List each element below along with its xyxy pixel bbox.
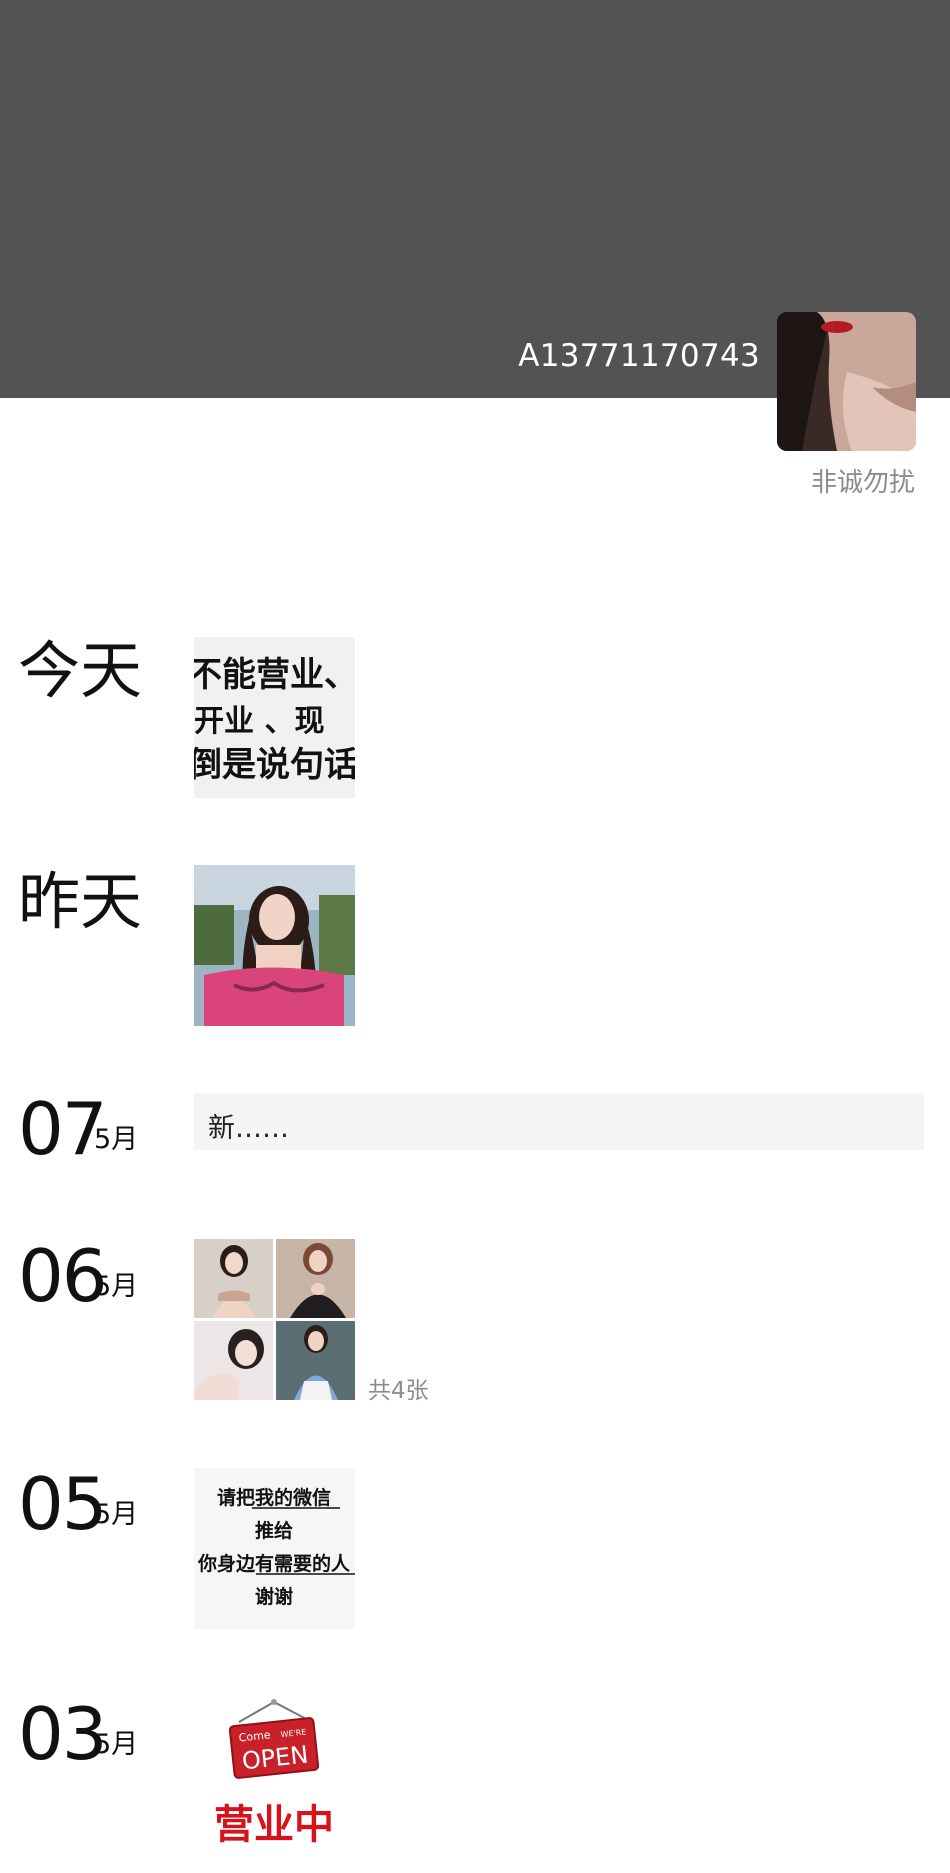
post-day-03: 03 bbox=[18, 1692, 108, 1776]
avatar-photo bbox=[777, 312, 916, 451]
post-image-wechat-notice[interactable]: 请把我的微信 推给 你身边有需要的人 谢谢 bbox=[194, 1468, 355, 1629]
avatar[interactable] bbox=[777, 312, 916, 451]
gallery-count: 共4张 bbox=[368, 1378, 429, 1404]
notice-line-1: 不能营业、 bbox=[194, 655, 355, 695]
post-day-05: 05 bbox=[18, 1462, 108, 1546]
post-image-photo[interactable] bbox=[194, 865, 355, 1026]
post-day-07: 07 bbox=[18, 1087, 108, 1171]
post-date-today: 今天 bbox=[18, 634, 143, 707]
post-text: 新…… bbox=[208, 1113, 289, 1144]
notice-line-2: 开业 、现 bbox=[194, 704, 324, 739]
portrait-photo bbox=[194, 865, 355, 1026]
gallery-photo-2-image bbox=[276, 1239, 355, 1318]
post-image-text-notice[interactable]: 不能营业、 开业 、现 倒是说句话 bbox=[194, 637, 355, 798]
open-sign-image: Come WE'RE OPEN 营业中 bbox=[194, 1696, 355, 1857]
gallery-photo-4[interactable] bbox=[276, 1321, 355, 1400]
post-month-07: 5月 bbox=[94, 1124, 139, 1155]
post-gallery[interactable] bbox=[194, 1239, 355, 1400]
gallery-photo-3[interactable] bbox=[194, 1321, 273, 1400]
post-day-06: 06 bbox=[18, 1234, 108, 1318]
sign-business: 营业中 bbox=[214, 1802, 334, 1848]
notice-image: 不能营业、 开业 、现 倒是说句话 bbox=[194, 637, 355, 798]
post-image-open-sign[interactable]: Come WE'RE OPEN 营业中 bbox=[194, 1696, 355, 1857]
wechat-line-3: 你身边有需要的人 bbox=[197, 1552, 351, 1575]
gallery-photo-2[interactable] bbox=[276, 1239, 355, 1318]
wechat-line-2: 推给 bbox=[255, 1519, 293, 1542]
gallery-photo-3-image bbox=[194, 1321, 273, 1400]
gallery-photo-1[interactable] bbox=[194, 1239, 273, 1318]
post-text-block[interactable]: 新…… bbox=[194, 1093, 924, 1150]
gallery-photo-1-image bbox=[194, 1239, 273, 1318]
post-month-06: 5月 bbox=[94, 1271, 139, 1302]
profile-name[interactable]: A13771170743 bbox=[518, 338, 760, 374]
post-date-yesterday: 昨天 bbox=[18, 865, 143, 938]
post-month-05: 5月 bbox=[94, 1499, 139, 1530]
gallery-photo-4-image bbox=[276, 1321, 355, 1400]
wechat-notice-image: 请把我的微信 推给 你身边有需要的人 谢谢 bbox=[194, 1468, 355, 1629]
profile-signature: 非诚勿扰 bbox=[810, 468, 915, 498]
wechat-line-4: 谢谢 bbox=[255, 1585, 293, 1608]
notice-line-3: 倒是说句话 bbox=[194, 745, 355, 785]
post-month-03: 5月 bbox=[94, 1729, 139, 1760]
wechat-line-1: 请把我的微信 bbox=[217, 1486, 331, 1509]
